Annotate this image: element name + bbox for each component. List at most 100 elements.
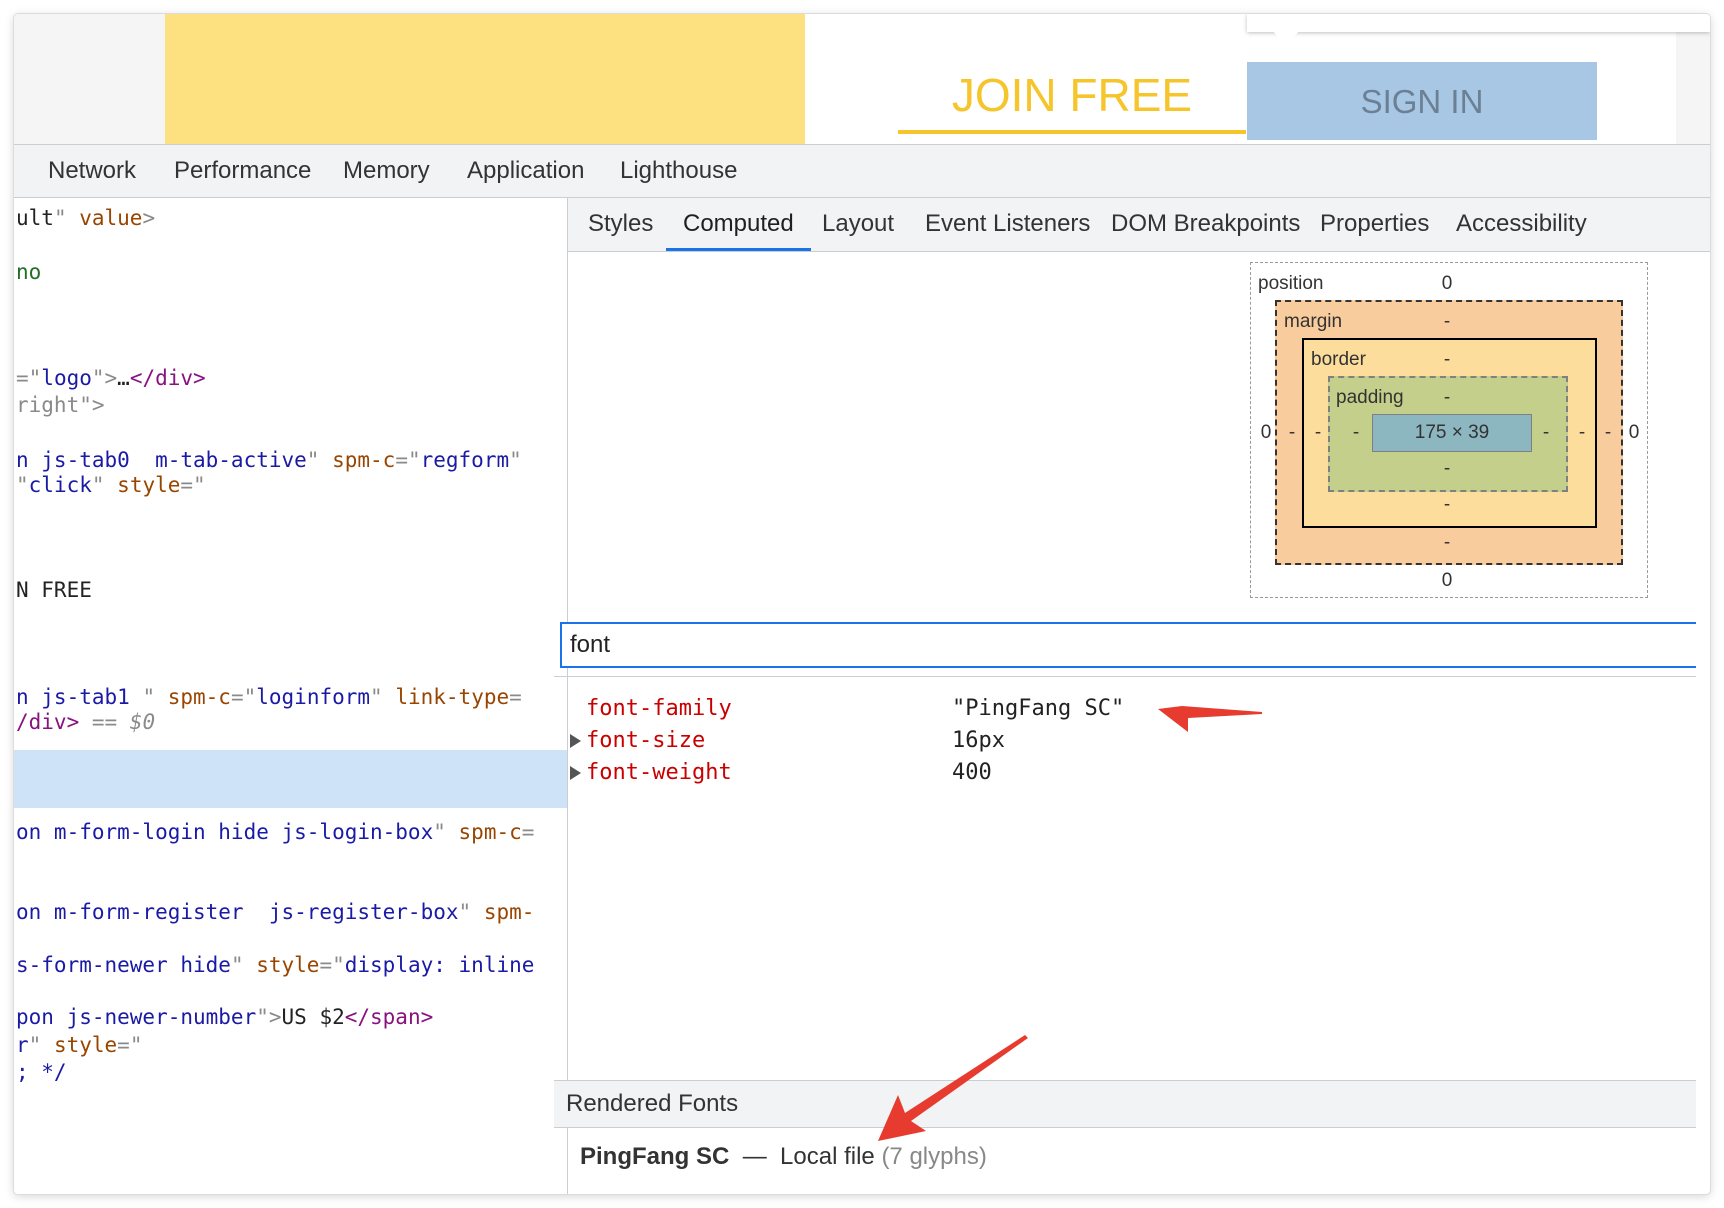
position-left-value[interactable]: 0 bbox=[1256, 422, 1276, 444]
tab-network[interactable]: Network bbox=[48, 145, 136, 197]
tab-memory[interactable]: Memory bbox=[343, 145, 430, 197]
property-value-font-family: "PingFang SC" bbox=[952, 696, 1125, 721]
dom-node-line[interactable]: N FREE bbox=[16, 578, 92, 602]
code-token: = bbox=[509, 685, 522, 709]
dom-node-line[interactable]: pon js-newer-number">US $2</span> bbox=[16, 1005, 433, 1029]
selected-node-highlight bbox=[14, 750, 567, 808]
border-label: border bbox=[1311, 349, 1366, 370]
code-token: =" bbox=[117, 1033, 143, 1057]
code-token: US $2 bbox=[281, 1005, 345, 1029]
code-token: " bbox=[230, 953, 257, 977]
code-token: "> bbox=[91, 366, 118, 390]
dom-node-line[interactable]: r" style=" bbox=[16, 1033, 142, 1057]
code-token: =" bbox=[230, 685, 257, 709]
dom-node-line[interactable]: ; */ bbox=[16, 1060, 67, 1084]
dom-node-line[interactable]: on m-form-register js-register-box" spm- bbox=[16, 900, 534, 924]
border-left-value[interactable]: - bbox=[1308, 422, 1328, 444]
dom-node-line[interactable]: right"> bbox=[16, 393, 105, 417]
expand-triangle-icon[interactable] bbox=[570, 766, 581, 780]
dom-node-line[interactable]: ="logo">…</div> bbox=[16, 366, 206, 390]
dom-node-line[interactable]: no bbox=[16, 260, 41, 284]
subtab-layout[interactable]: Layout bbox=[822, 198, 894, 251]
code-token: " bbox=[142, 685, 168, 709]
code-token: link-type bbox=[395, 685, 510, 709]
margin-label: margin bbox=[1284, 311, 1343, 332]
rendered-font-source: Local file bbox=[780, 1143, 875, 1170]
code-token: n js-tab0 m-tab-active bbox=[16, 448, 307, 472]
code-token: logo bbox=[41, 366, 92, 390]
subtab-dom-breakpoints[interactable]: DOM Breakpoints bbox=[1111, 198, 1300, 251]
code-token: " bbox=[509, 448, 522, 472]
dom-node-line[interactable]: "click" style=" bbox=[16, 473, 206, 497]
subtab-styles[interactable]: Styles bbox=[588, 198, 653, 251]
code-token: style bbox=[117, 473, 181, 497]
code-token: ; */ bbox=[16, 1060, 67, 1084]
padding-bottom-value[interactable]: - bbox=[1437, 458, 1457, 480]
margin-bottom-value[interactable]: - bbox=[1437, 532, 1457, 554]
position-top-value[interactable]: 0 bbox=[1437, 273, 1457, 295]
subtab-computed[interactable]: Computed bbox=[666, 198, 811, 251]
devtools-window: JOIN FREE SIGN IN Network Performance Me… bbox=[14, 14, 1710, 1194]
tab-lighthouse[interactable]: Lighthouse bbox=[620, 145, 737, 197]
dom-node-line[interactable]: /div> == $0 bbox=[16, 710, 155, 734]
dom-node-line[interactable]: n js-tab1 " spm-c="loginform" link-type= bbox=[16, 685, 522, 709]
tab-application[interactable]: Application bbox=[467, 145, 584, 197]
property-name-font-weight[interactable]: font-weight bbox=[586, 760, 732, 785]
code-token: > bbox=[142, 206, 156, 230]
subtab-properties[interactable]: Properties bbox=[1320, 198, 1429, 251]
yellow-banner bbox=[165, 14, 805, 144]
border-bottom-value[interactable]: - bbox=[1437, 494, 1457, 516]
code-token: </span> bbox=[344, 1005, 434, 1029]
tooltip-arrow bbox=[1272, 30, 1300, 46]
dom-node-line[interactable]: n js-tab0 m-tab-active" spm-c="regform" bbox=[16, 448, 522, 472]
tooltip-popup bbox=[1247, 14, 1710, 32]
code-token: … bbox=[117, 366, 130, 390]
box-model-content[interactable]: 175 × 39 bbox=[1372, 414, 1532, 452]
position-right-value[interactable]: 0 bbox=[1624, 422, 1644, 444]
padding-right-value[interactable]: - bbox=[1536, 422, 1556, 444]
code-token: n js-tab1 bbox=[16, 685, 143, 709]
margin-left-value[interactable]: - bbox=[1282, 422, 1302, 444]
margin-top-value[interactable]: - bbox=[1437, 311, 1457, 333]
code-token: on m-form-register js-register-box bbox=[16, 900, 459, 924]
elements-panel[interactable]: ult" value> no ="logo">…</div> right"> n js-… bbox=[14, 198, 568, 1194]
property-name-font-family[interactable]: font-family bbox=[586, 696, 732, 721]
code-token: spm-c bbox=[458, 820, 522, 844]
position-bottom-value[interactable]: 0 bbox=[1437, 570, 1457, 592]
tab-performance[interactable]: Performance bbox=[174, 145, 311, 197]
code-token: =" bbox=[180, 473, 206, 497]
code-token: pon js-newer-number bbox=[16, 1005, 257, 1029]
computed-filter-input[interactable]: font bbox=[560, 622, 1696, 668]
code-token: spm- bbox=[483, 900, 535, 924]
page-preview: JOIN FREE SIGN IN bbox=[14, 14, 1710, 144]
code-token: style bbox=[53, 1033, 118, 1057]
code-token: s-form-newer hide bbox=[16, 953, 231, 977]
dom-node-line[interactable]: ult" value> bbox=[16, 206, 155, 230]
expand-triangle-icon[interactable] bbox=[570, 734, 581, 748]
subtab-event-listeners[interactable]: Event Listeners bbox=[925, 198, 1090, 251]
subtab-accessibility[interactable]: Accessibility bbox=[1456, 198, 1587, 251]
border-top-value[interactable]: - bbox=[1437, 349, 1457, 371]
devtools-main-tabs: Network Performance Memory Application L… bbox=[14, 144, 1710, 198]
rendered-font-name: PingFang SC bbox=[580, 1143, 730, 1170]
rendered-fonts-header[interactable]: Rendered Fonts bbox=[554, 1080, 1696, 1128]
rendered-font-entry: PingFang SC — Local file (7 glyphs) bbox=[580, 1134, 987, 1180]
code-token: =" bbox=[395, 448, 421, 472]
property-value-font-weight: 400 bbox=[952, 760, 992, 785]
sign-in-tab[interactable]: SIGN IN bbox=[1247, 62, 1597, 140]
dom-node-line[interactable]: s-form-newer hide" style="display: inlin… bbox=[16, 953, 534, 977]
dom-node-line[interactable]: on m-form-login hide js-login-box" spm-c… bbox=[16, 820, 534, 844]
code-token: "> bbox=[256, 1005, 282, 1029]
code-token: right"> bbox=[16, 393, 105, 417]
code-token: spm-c bbox=[332, 448, 396, 472]
padding-top-value[interactable]: - bbox=[1437, 387, 1457, 409]
margin-right-value[interactable]: - bbox=[1598, 422, 1618, 444]
border-right-value[interactable]: - bbox=[1572, 422, 1592, 444]
code-token: " bbox=[16, 473, 29, 497]
code-token: display: inline bbox=[344, 953, 535, 977]
join-free-tab[interactable]: JOIN FREE bbox=[898, 52, 1246, 134]
code-token: on m-form-login hide js-login-box bbox=[16, 820, 434, 844]
padding-left-value[interactable]: - bbox=[1346, 422, 1366, 444]
property-name-font-size[interactable]: font-size bbox=[586, 728, 705, 753]
code-token: " bbox=[458, 900, 484, 924]
